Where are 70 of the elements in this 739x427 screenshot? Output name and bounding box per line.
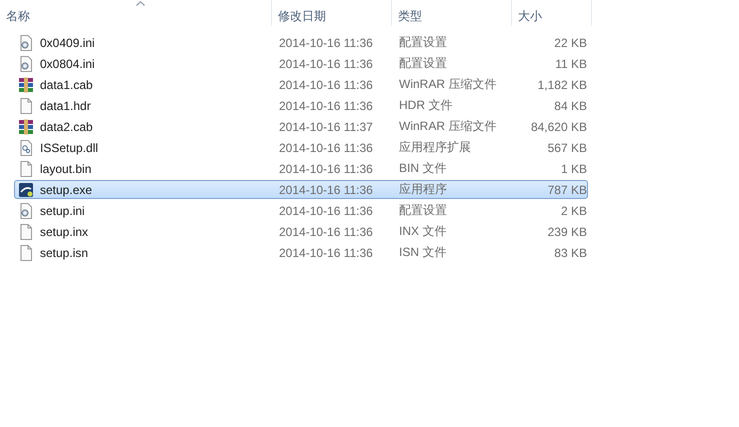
file-size: 11 KB	[554, 56, 587, 70]
file-icon	[18, 244, 34, 260]
modified-date: 2014-10-16 11:36	[278, 204, 373, 218]
modified-date: 2014-10-16 11:36	[278, 56, 373, 70]
modified-date: 2014-10-16 11:36	[278, 224, 373, 238]
file-type: BIN 文件	[398, 160, 446, 177]
column-header[interactable]: 修改日期	[278, 9, 326, 23]
file-size: 787 KB	[546, 182, 587, 196]
settings-file-icon	[18, 56, 34, 72]
modified-date: 2014-10-16 11:36	[278, 246, 373, 260]
file-name: ISSetup.dll	[40, 140, 98, 154]
file-type: WinRAR 压缩文件	[398, 118, 496, 135]
file-size: 1,182 KB	[536, 78, 587, 92]
column-header[interactable]: 类型	[398, 9, 422, 23]
file-row[interactable]: ISSetup.dll 2014-10-16 11:36 应用程序扩展 567 KB	[14, 138, 588, 157]
modified-date: 2014-10-16 11:36	[278, 182, 373, 196]
file-type: ISN 文件	[398, 244, 446, 261]
modified-date: 2014-10-16 11:36	[278, 162, 373, 176]
column-header[interactable]: 大小	[518, 9, 542, 23]
file-size: 2 KB	[560, 204, 587, 218]
modified-date: 2014-10-16 11:36	[278, 78, 373, 92]
file-size: 22 KB	[553, 36, 587, 50]
settings-file-icon	[18, 34, 34, 50]
file-type: INX 文件	[398, 223, 446, 240]
archive-icon	[18, 76, 34, 92]
file-row[interactable]: data1.hdr 2014-10-16 11:36 HDR 文件 84 KB	[14, 96, 588, 115]
file-name: setup.isn	[40, 246, 88, 260]
file-icon	[18, 224, 34, 240]
file-type: 应用程序	[398, 181, 447, 198]
file-name: layout.bin	[40, 162, 92, 176]
file-type: WinRAR 压缩文件	[398, 76, 496, 93]
file-icon	[18, 160, 34, 176]
archive-icon	[18, 118, 34, 134]
file-name: 0x0804.ini	[40, 56, 95, 70]
column-header[interactable]: 名称	[6, 9, 30, 23]
file-name: setup.exe	[40, 182, 92, 196]
file-size: 239 KB	[546, 224, 587, 238]
file-name: data1.hdr	[40, 98, 91, 112]
file-size: 567 KB	[546, 140, 587, 154]
settings-file-icon	[18, 202, 34, 218]
file-icon	[18, 98, 34, 114]
file-size: 84 KB	[553, 98, 587, 112]
file-size: 83 KB	[553, 246, 587, 260]
file-type: HDR 文件	[398, 97, 452, 114]
file-name: setup.inx	[40, 224, 88, 238]
file-size: 84,620 KB	[530, 120, 587, 134]
modified-date: 2014-10-16 11:37	[278, 120, 373, 134]
modified-date: 2014-10-16 11:36	[278, 98, 373, 112]
modified-date: 2014-10-16 11:36	[278, 140, 373, 154]
file-type: 配置设置	[398, 202, 447, 219]
library-file-icon	[18, 140, 34, 156]
program-icon	[18, 182, 34, 198]
file-name: 0x0409.ini	[40, 36, 95, 50]
file-name: data1.cab	[40, 78, 93, 92]
file-row[interactable]: 0x0409.ini 2014-10-16 11:36 配置设置 22 KB	[14, 33, 588, 52]
file-type: 配置设置	[398, 34, 447, 51]
modified-date: 2014-10-16 11:36	[278, 36, 373, 50]
file-row[interactable]: setup.ini 2014-10-16 11:36 配置设置 2 KB	[14, 201, 588, 220]
file-row[interactable]: 0x0804.ini 2014-10-16 11:36 配置设置 11 KB	[14, 54, 588, 73]
file-size: 1 KB	[560, 162, 587, 176]
file-row[interactable]: data2.cab 2014-10-16 11:37 WinRAR 压缩文件 84,620 KB	[14, 117, 588, 136]
file-type: 应用程序扩展	[398, 139, 471, 156]
file-name: setup.ini	[40, 204, 85, 218]
file-row[interactable]: setup.isn 2014-10-16 11:36 ISN 文件 83 KB	[14, 243, 588, 262]
file-row[interactable]: layout.bin 2014-10-16 11:36 BIN 文件 1 KB	[14, 159, 588, 178]
file-row[interactable]: data1.cab 2014-10-16 11:36 WinRAR 压缩文件 1,182 KB	[14, 75, 588, 94]
file-row[interactable]: setup.inx 2014-10-16 11:36 INX 文件 239 KB	[14, 222, 588, 241]
file-name: data2.cab	[40, 120, 93, 134]
file-row[interactable]: setup.exe 2014-10-16 11:36 应用程序 787 KB	[14, 180, 588, 199]
file-type: 配置设置	[398, 55, 447, 72]
